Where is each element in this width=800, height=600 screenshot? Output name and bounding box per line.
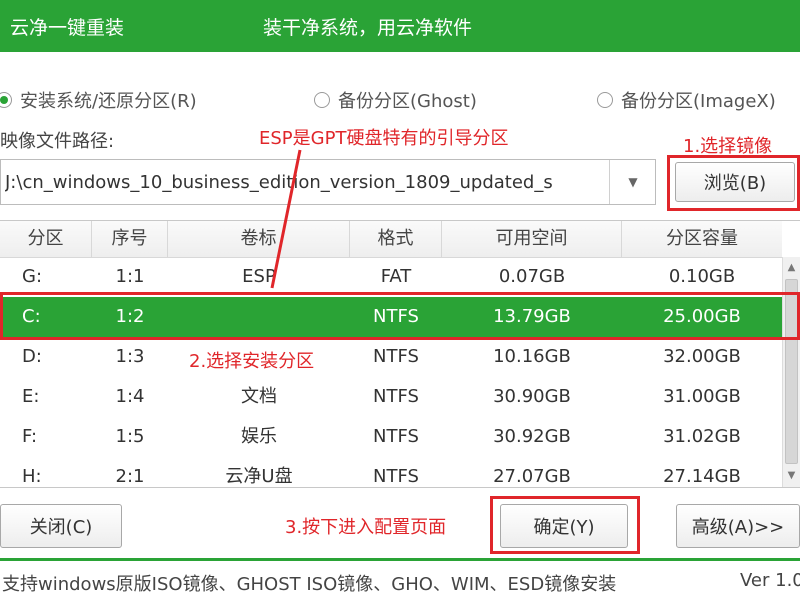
step2-annotation: 2.选择安装分区	[189, 351, 315, 372]
partition-highlight-box	[0, 292, 800, 340]
step3-annotation: 3.按下进入配置页面	[285, 517, 447, 538]
browse-highlight-box	[667, 155, 800, 211]
confirm-highlight-box	[490, 496, 640, 554]
esp-arrow-line	[270, 149, 302, 289]
step1-annotation: 1.选择镜像	[683, 136, 773, 157]
